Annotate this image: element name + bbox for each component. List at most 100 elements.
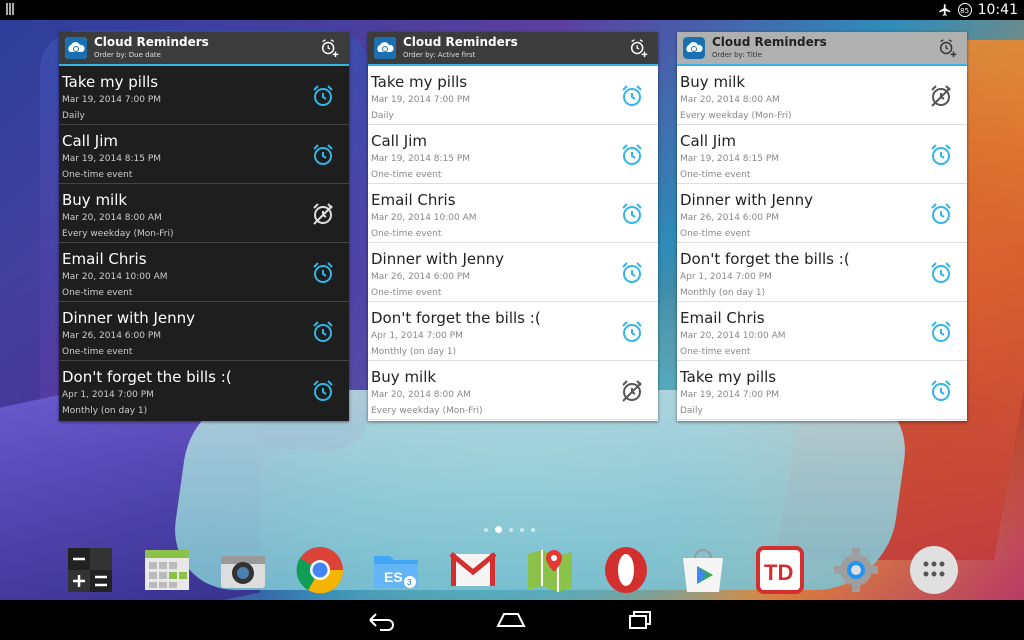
reminder-repeat: One-time event <box>371 170 442 180</box>
alarm-icon[interactable] <box>929 143 953 167</box>
reminder-row[interactable]: Take my pills Mar 19, 2014 7:00 PM Daily <box>677 361 967 420</box>
cloud-reminders-logo-icon <box>65 37 87 59</box>
reminder-repeat: Daily <box>62 111 85 121</box>
widget-header[interactable]: Cloud Reminders Order by: Active first <box>368 32 658 66</box>
widget-title: Cloud Reminders <box>403 35 518 49</box>
reminder-row[interactable]: Call Jim Mar 19, 2014 8:15 PM One-time eve… <box>677 125 967 184</box>
alarm-icon[interactable] <box>311 320 335 344</box>
reminder-date: Apr 1, 2014 7:00 PM <box>62 390 154 400</box>
reminder-title: Take my pills <box>371 73 468 91</box>
reminder-row[interactable]: Buy milk Mar 20, 2014 8:00 AM Every weekda… <box>677 66 967 125</box>
widget-header[interactable]: Cloud Reminders Order by: Title <box>677 32 967 66</box>
battery-indicator: 85 <box>957 3 972 17</box>
widget-sort-order: Order by: Active first <box>403 51 476 59</box>
alarm-icon[interactable] <box>929 379 953 403</box>
reminder-repeat: Every weekday (Mon-Fri) <box>371 406 483 416</box>
alarm-icon[interactable] <box>929 202 953 226</box>
reminder-row[interactable]: Email Chris Mar 20, 2014 10:00 AM One-time… <box>368 184 658 243</box>
add-reminder-icon[interactable] <box>319 37 341 59</box>
reminder-title: Call Jim <box>371 132 427 150</box>
home-icon[interactable] <box>496 608 526 632</box>
gmail-icon[interactable] <box>447 544 499 596</box>
reminder-repeat: Daily <box>680 406 703 416</box>
alarm-icon[interactable] <box>620 143 644 167</box>
page-dot <box>484 527 488 532</box>
calculator-icon[interactable] <box>64 544 116 596</box>
alarm-icon[interactable] <box>311 261 335 285</box>
reminder-row[interactable]: Email Chris Mar 20, 2014 10:00 AM One-time… <box>677 302 967 361</box>
alarm-off-icon[interactable] <box>620 379 644 403</box>
svg-text:ES: ES <box>384 569 403 585</box>
alarm-icon[interactable] <box>620 261 644 285</box>
alarm-icon[interactable] <box>620 202 644 226</box>
reminder-row[interactable]: Buy milk Mar 20, 2014 8:00 AM Every weekda… <box>368 361 658 420</box>
cloud-reminders-logo-icon <box>374 37 396 59</box>
alarm-icon[interactable] <box>311 379 335 403</box>
alarm-icon[interactable] <box>929 261 953 285</box>
reminder-row[interactable]: Don't forget the bills :(Apr 1, 2014 7:0… <box>368 302 658 361</box>
reminder-title: Email Chris <box>62 250 147 268</box>
reminder-row[interactable]: Dinner with Jenny Mar 26, 2014 6:00 PM One… <box>368 243 658 302</box>
opera-icon[interactable] <box>600 544 652 596</box>
reminders-widget: Cloud Reminders Order by: Active first Tak… <box>368 32 658 421</box>
maps-icon[interactable] <box>524 544 576 596</box>
reminder-date: Mar 20, 2014 10:00 AM <box>371 213 477 223</box>
reminder-date: Mar 20, 2014 8:00 AM <box>680 95 780 105</box>
reminder-row[interactable]: Email Chris Mar 20, 2014 10:00 AM One-time… <box>59 243 349 302</box>
settings-icon[interactable] <box>830 544 882 596</box>
todoist-icon[interactable]: TD <box>754 544 806 596</box>
reminder-title: Don't forget the bills :( <box>62 368 232 386</box>
add-reminder-icon[interactable] <box>628 37 650 59</box>
reminder-title: Don't forget the bills :( <box>371 309 541 327</box>
reminder-date: Mar 19, 2014 8:15 PM <box>371 154 471 164</box>
reminder-title: Don't forget the bills :( <box>680 250 850 268</box>
alarm-icon[interactable] <box>311 84 335 108</box>
reminder-title: Dinner with Jenny <box>371 250 505 268</box>
reminder-row[interactable]: Don't forget the bills :( Apr 1, 2014 7:0… <box>677 243 967 302</box>
page-dot <box>520 527 524 532</box>
reminder-row[interactable]: Take my pills Mar 19, 2014 7:00 PM Daily <box>59 66 349 125</box>
alarm-icon[interactable] <box>311 143 335 167</box>
reminder-title: Buy milk <box>371 368 437 386</box>
alarm-off-icon[interactable] <box>929 84 953 108</box>
es-file-explorer-icon[interactable]: ES 3 <box>370 544 422 596</box>
reminder-row[interactable]: Buy milk Mar 20, 2014 8:00 AM Every weekda… <box>59 184 349 243</box>
reminder-date: Mar 19, 2014 7:00 PM <box>371 95 471 105</box>
reminder-row[interactable]: Take my pills Mar 19, 2014 7:00 PM Daily <box>368 66 658 125</box>
reminder-row[interactable]: Don't forget the bills :( Apr 1, 2014 7:0… <box>59 361 349 420</box>
status-bar: 85 10:41 <box>0 0 1024 20</box>
widget-header[interactable]: Cloud Reminders Order by: Due date <box>59 32 349 66</box>
svg-text:3: 3 <box>407 578 412 587</box>
reminder-repeat: One-time event <box>371 229 442 239</box>
page-dot <box>531 527 535 532</box>
camera-icon[interactable] <box>217 544 269 596</box>
alarm-off-icon[interactable] <box>311 202 335 226</box>
reminder-row[interactable]: Dinner with Jenny Mar 26, 2014 6:00 PM One… <box>677 184 967 243</box>
add-reminder-icon[interactable] <box>937 37 959 59</box>
reminder-repeat: Monthly (on day 1) <box>680 288 766 298</box>
reminder-row[interactable]: Dinner with Jenny Mar 26, 2014 6:00 PM One… <box>59 302 349 361</box>
reminder-repeat: One-time event <box>371 288 442 298</box>
reminders-widget: Cloud Reminders Order by: Title Buy milk Ma… <box>677 32 967 421</box>
play-store-icon[interactable] <box>677 544 729 596</box>
calendar-icon[interactable] <box>141 544 193 596</box>
back-icon[interactable] <box>366 608 396 632</box>
reminder-date: Mar 20, 2014 10:00 AM <box>680 331 786 341</box>
chrome-icon[interactable] <box>294 544 346 596</box>
reminder-list: Take my pills Mar 19, 2014 7:00 PM Daily Ca… <box>59 66 349 421</box>
reminder-row[interactable]: Call Jim Mar 19, 2014 8:15 PM One-time eve… <box>368 125 658 184</box>
alarm-icon[interactable] <box>929 320 953 344</box>
alarm-icon[interactable] <box>620 84 644 108</box>
reminder-repeat: Monthly (on day 1) <box>62 406 148 416</box>
reminder-date: Mar 26, 2014 6:00 PM <box>680 213 780 223</box>
reminder-row[interactable]: Call Jim Mar 19, 2014 8:15 PM One-time eve… <box>59 125 349 184</box>
app-drawer-icon[interactable] <box>908 544 960 596</box>
reminder-title: Call Jim <box>680 132 736 150</box>
alarm-icon[interactable] <box>620 320 644 344</box>
reminder-title: Call Jim <box>62 132 118 150</box>
reminder-title: Dinner with Jenny <box>62 309 196 327</box>
reminder-date: Apr 1, 2014 7:00 PM <box>680 272 772 282</box>
recents-icon[interactable] <box>626 608 656 632</box>
dock: ES 3 TD <box>0 540 1024 600</box>
reminder-date: Mar 26, 2014 6:00 PM <box>62 331 162 341</box>
